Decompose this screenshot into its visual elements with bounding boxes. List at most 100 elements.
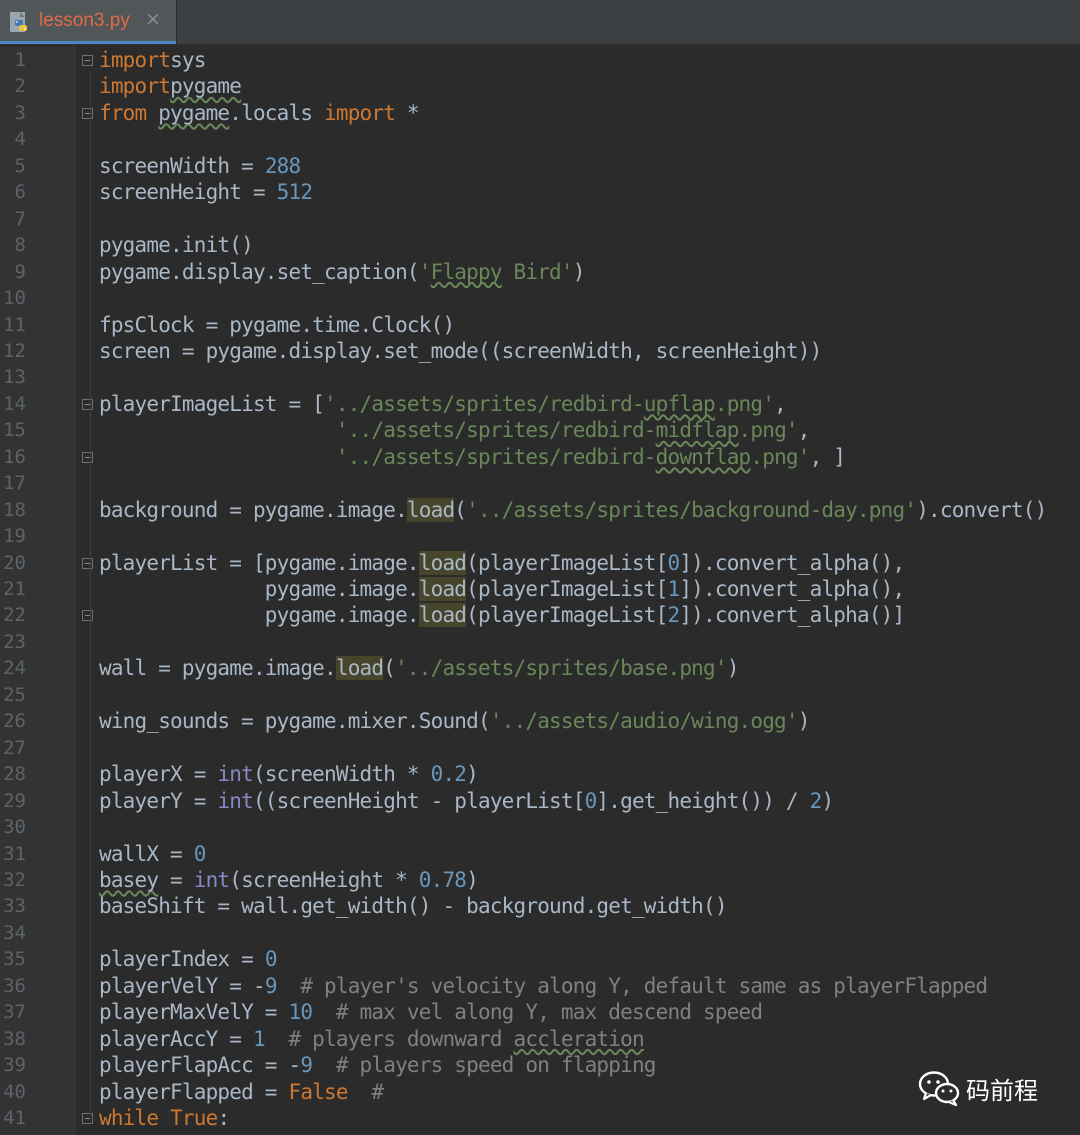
code-line: playerFlapped = False # [99, 1079, 384, 1105]
line-number: 28 [3, 763, 26, 786]
code-token: from [99, 100, 159, 125]
code-token: , [774, 391, 787, 416]
code-line: playerIndex = 0 [99, 946, 277, 972]
code-token: pygame [170, 74, 242, 99]
code-token: .png' [750, 444, 810, 469]
code-token: ]).convert_alpha()] [679, 603, 905, 628]
code-line: while True: [99, 1105, 230, 1131]
code-line: basey = int(screenHeight * 0.78) [99, 867, 479, 893]
code-token: , [797, 418, 811, 443]
code-line: pygame.image.load(playerImageList[1]).co… [99, 576, 905, 602]
watermark: 码前程 [918, 1068, 1068, 1108]
code-token: pygame.image. [99, 577, 420, 601]
line-number: 24 [3, 657, 26, 680]
fold-collapse-icon[interactable] [82, 451, 93, 463]
code-token: playerVelY = - [99, 973, 266, 998]
line-number: 17 [3, 472, 26, 495]
code-line: '../assets/sprites/redbird-midflap.png', [99, 417, 811, 443]
code-token: 288 [264, 153, 301, 178]
code-token: pygame.image. [99, 603, 420, 628]
code-line: wallX = 0 [99, 841, 206, 867]
code-token: 1 [667, 577, 680, 601]
code-token: wing_sounds = pygame.mixer.Sound( [99, 709, 491, 734]
code-token: load [418, 577, 467, 601]
code-token: playerY = [99, 788, 218, 813]
line-number: 19 [3, 525, 26, 548]
code-token: # max vel along Y, max descend speed [335, 1000, 763, 1025]
code-token: '../assets/sprites/background-day.png' [466, 497, 917, 522]
code-token: 0 [264, 947, 278, 972]
code-line: playerFlapAcc = -9 # players speed on fl… [99, 1052, 656, 1078]
code-token: False [288, 1079, 349, 1104]
code-token: screen = pygame.display.set_mode((screen… [99, 338, 822, 363]
code-token: 9 [264, 973, 278, 998]
code-token: background = pygame.image. [99, 497, 408, 522]
code-token: upflap [643, 391, 716, 416]
code-line: playerX = int(screenWidth * 0.2) [99, 761, 479, 787]
code-line: playerY = int((screenHeight - playerList… [99, 788, 834, 814]
code-token: ]).convert_alpha(), [679, 550, 905, 575]
code-token: playerFlapAcc = - [99, 1053, 301, 1078]
code-token: '../assets/sprites/redbird- [335, 418, 657, 443]
code-token: # players speed on flapping [335, 1053, 657, 1078]
code-token: Flappy [430, 259, 503, 284]
line-number: 34 [3, 921, 26, 944]
code-token: while [99, 1106, 159, 1130]
line-number: 10 [3, 287, 26, 310]
fold-expand-icon[interactable] [82, 1113, 93, 1124]
ide-window: lesson3.py × 1 2 3 4 5 6 7 8 9 10 11 12 13 14 15 16 17 18… [0, 0, 1080, 1135]
code-token: : [217, 1106, 230, 1130]
code-token: wall = pygame.image. [99, 656, 337, 681]
code-line: importsys [99, 47, 206, 73]
line-number: 27 [3, 736, 26, 759]
code-token: ].get_height()) / [596, 788, 810, 813]
code-token: import [99, 74, 171, 99]
close-icon[interactable]: × [145, 8, 161, 30]
code-line: wing_sounds = pygame.mixer.Sound('../ass… [99, 708, 810, 734]
line-number: 7 [14, 207, 26, 230]
line-number: 1 [14, 49, 26, 71]
fold-expand-icon[interactable] [82, 55, 93, 66]
code-line: screenHeight = 512 [99, 179, 313, 205]
code-token: 0.2 [430, 762, 467, 787]
watermark-label: 码前程 [966, 1077, 1038, 1105]
code-token: # [371, 1079, 384, 1104]
code-token: ) [466, 762, 479, 787]
line-number: 29 [3, 789, 26, 812]
fold-collapse-icon[interactable] [82, 610, 93, 622]
line-number: 30 [3, 816, 26, 839]
code-token: playerAccY = [99, 1026, 253, 1051]
code-token: True [170, 1106, 218, 1130]
code-token: pygame [158, 100, 230, 125]
code-token: midflap [655, 418, 740, 443]
python-file-icon [10, 12, 27, 32]
code-token: '../assets/audio/wing.ogg' [489, 709, 799, 734]
code-token: = [158, 867, 194, 892]
code-token: # players downward [288, 1026, 514, 1051]
fold-collapse-icon[interactable] [82, 107, 93, 119]
fold-expand-icon[interactable] [82, 398, 93, 410]
code-token: 0 [193, 841, 207, 866]
code-token: load [418, 603, 467, 628]
wechat-icon [918, 1071, 960, 1106]
fold-expand-icon[interactable] [82, 557, 93, 569]
code-line: background = pygame.image.load('../asset… [99, 497, 1047, 523]
code-line: playerMaxVelY = 10 # max vel along Y, ma… [99, 999, 763, 1025]
code-line: screenWidth = 288 [99, 153, 301, 179]
code-token: pygame.init() [99, 233, 254, 258]
code-line: pygame.image.load(playerImageList[2]).co… [99, 602, 905, 628]
line-number: 25 [3, 683, 26, 706]
line-number: 2 [14, 75, 26, 98]
code-token: baseShift = wall.get_width() - backgroun… [99, 894, 727, 919]
tab-lesson3[interactable]: lesson3.py × [0, 0, 177, 44]
code-token: # player's velocity along Y, default sam… [300, 973, 988, 998]
code-token: int [193, 867, 230, 892]
code-token: (screenWidth * [252, 762, 431, 787]
code-token: screenHeight = [99, 180, 277, 205]
code-line: '../assets/sprites/redbird-downflap.png'… [99, 444, 846, 470]
code-token: 0.78 [418, 867, 467, 892]
line-number: 11 [3, 313, 26, 336]
